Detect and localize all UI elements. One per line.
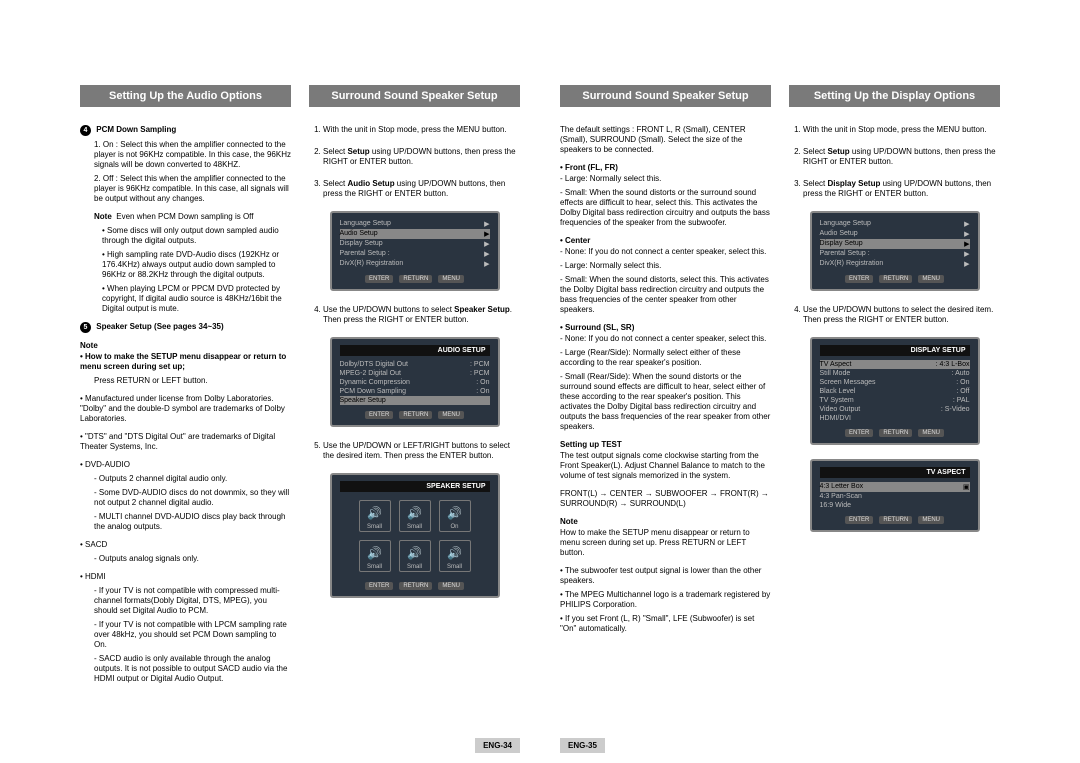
pcm-off: 2. Off : Select this when the amplifier … bbox=[94, 174, 291, 204]
note3-title: Note bbox=[560, 517, 771, 526]
disp-step-3: Select Display Setup using UP/DOWN butto… bbox=[803, 179, 1000, 199]
header-audio-options: Setting Up the Audio Options bbox=[80, 85, 291, 107]
test-chain: FRONT(L) → CENTER → SUBWOOFER → FRONT(R)… bbox=[560, 489, 771, 509]
surround-title: • Surround (SL, SR) bbox=[560, 323, 771, 332]
header-surround-1: Surround Sound Speaker Setup bbox=[309, 85, 520, 107]
osd-audio-setup: AUDIO SETUP Dolby/DTS Digital Out: PCM M… bbox=[330, 337, 500, 427]
note3-b1: • The subwoofer test output signal is lo… bbox=[560, 566, 771, 586]
sacd-1: - Outputs analog signals only. bbox=[94, 554, 291, 564]
column-2: Surround Sound Speaker Setup With the un… bbox=[309, 85, 520, 733]
step-5: Use the UP/DOWN or LEFT/RIGHT buttons to… bbox=[323, 441, 520, 461]
osd-setup-menu-2: Language Setup▶ Audio Setup▶ Display Set… bbox=[810, 211, 980, 291]
hdmi-1: - If your TV is not compatible with comp… bbox=[94, 586, 291, 616]
hdmi-3: - SACD audio is only available through t… bbox=[94, 654, 291, 684]
osd-setup-menu-1: Language Setup▶ Audio Setup▶ Display Set… bbox=[330, 211, 500, 291]
disp-step-4: Use the UP/DOWN buttons to select the de… bbox=[803, 305, 1000, 325]
column-3: Surround Sound Speaker Setup The default… bbox=[560, 85, 771, 733]
step-1: With the unit in Stop mode, press the ME… bbox=[323, 125, 520, 135]
center-title: • Center bbox=[560, 236, 771, 245]
test-title: Setting up TEST bbox=[560, 440, 771, 449]
step-3: Select Audio Setup using UP/DOWN buttons… bbox=[323, 179, 520, 199]
steps-surround: With the unit in Stop mode, press the ME… bbox=[323, 125, 520, 199]
step-2: Select Setup using UP/DOWN buttons, then… bbox=[323, 147, 520, 167]
note3-b2: • The MPEG Multichannel logo is a tradem… bbox=[560, 590, 771, 610]
surround-large: - Large (Rear/Side): Normally select eit… bbox=[560, 348, 771, 368]
steps-surround-end: Use the UP/DOWN or LEFT/RIGHT buttons to… bbox=[323, 441, 520, 461]
disp-step-1: With the unit in Stop mode, press the ME… bbox=[803, 125, 1000, 135]
test-para: The test output signals come clockwise s… bbox=[560, 451, 771, 481]
column-1: Setting Up the Audio Options 4 PCM Down … bbox=[80, 85, 291, 733]
osd-tv-aspect: TV ASPECT 4:3 Letter Box▣ 4:3 Pan-Scan 1… bbox=[810, 459, 980, 532]
speaker-setup-ref: Speaker Setup (See pages 34~35) bbox=[96, 322, 223, 331]
pcm-on: 1. On : Select this when the amplifier c… bbox=[94, 140, 291, 170]
column-4: Setting Up the Display Options With the … bbox=[789, 85, 1000, 733]
center-large: - Large: Normally select this. bbox=[560, 261, 771, 271]
steps-surround-cont: Use the UP/DOWN buttons to select Speake… bbox=[323, 305, 520, 325]
note-b2: • High sampling rate DVD-Audio discs (19… bbox=[102, 250, 291, 280]
surround-none: - None: If you do not connect a center s… bbox=[560, 334, 771, 344]
note-label: Note bbox=[94, 212, 112, 221]
surround-small: - Small (Rear/Side): When the sound dist… bbox=[560, 372, 771, 432]
note-even: Even when PCM Down sampling is Off bbox=[116, 212, 253, 221]
dvda-1: - Outputs 2 channel digital audio only. bbox=[94, 474, 291, 484]
manual-spread: Setting Up the Audio Options 4 PCM Down … bbox=[80, 85, 1000, 733]
bullet-5: 5 bbox=[80, 322, 91, 333]
howto-answer: Press RETURN or LEFT button. bbox=[94, 376, 291, 386]
steps-display-cont: Use the UP/DOWN buttons to select the de… bbox=[803, 305, 1000, 325]
header-surround-2: Surround Sound Speaker Setup bbox=[560, 85, 771, 107]
note-heading: Note bbox=[80, 341, 291, 350]
page-right: Surround Sound Speaker Setup The default… bbox=[560, 85, 1000, 733]
sacd-heading: • SACD bbox=[80, 540, 291, 550]
dvd-audio-heading: • DVD-AUDIO bbox=[80, 460, 291, 470]
osd-speaker-setup: SPEAKER SETUP 🔊Small 🔊Small 🔊On 🔊Small 🔊… bbox=[330, 473, 500, 598]
hdmi-heading: • HDMI bbox=[80, 572, 291, 582]
page-number-right: ENG-35 bbox=[560, 738, 605, 753]
front-large: - Large: Normally select this. bbox=[560, 174, 771, 184]
front-small: - Small: When the sound distorts or the … bbox=[560, 188, 771, 228]
front-title: • Front (FL, FR) bbox=[560, 163, 771, 172]
page-left: Setting Up the Audio Options 4 PCM Down … bbox=[80, 85, 520, 733]
howto-bold: • How to make the SETUP menu disappear o… bbox=[80, 352, 286, 371]
center-none: - None: If you do not connect a center s… bbox=[560, 247, 771, 257]
default-settings: The default settings : FRONT L, R (Small… bbox=[560, 125, 771, 155]
osd-display-setup: DISPLAY SETUP TV Aspect: 4:3 L-Box Still… bbox=[810, 337, 980, 445]
disp-step-2: Select Setup using UP/DOWN buttons, then… bbox=[803, 147, 1000, 167]
step-4: Use the UP/DOWN buttons to select Speake… bbox=[323, 305, 520, 325]
note-b1: • Some discs will only output down sampl… bbox=[102, 226, 291, 246]
bullet-4: 4 bbox=[80, 125, 91, 136]
steps-display: With the unit in Stop mode, press the ME… bbox=[803, 125, 1000, 199]
header-display-options: Setting Up the Display Options bbox=[789, 85, 1000, 107]
dts-note: • "DTS" and "DTS Digital Out" are tradem… bbox=[80, 432, 291, 452]
hdmi-2: - If your TV is not compatible with LPCM… bbox=[94, 620, 291, 650]
page-number-left: ENG-34 bbox=[475, 738, 520, 753]
dvda-2: - Some DVD-AUDIO discs do not downmix, s… bbox=[94, 488, 291, 508]
pcm-title: PCM Down Sampling bbox=[96, 125, 176, 134]
dolby-note: • Manufactured under license from Dolby … bbox=[80, 394, 291, 424]
note-b3: • When playing LPCM or PPCM DVD protecte… bbox=[102, 284, 291, 314]
center-small: - Small: When the sound distorts, select… bbox=[560, 275, 771, 315]
note3-b3: • If you set Front (L, R) "Small", LFE (… bbox=[560, 614, 771, 634]
note3-para: How to make the SETUP menu disappear or … bbox=[560, 528, 771, 558]
dvda-3: - MULTI channel DVD-AUDIO discs play bac… bbox=[94, 512, 291, 532]
